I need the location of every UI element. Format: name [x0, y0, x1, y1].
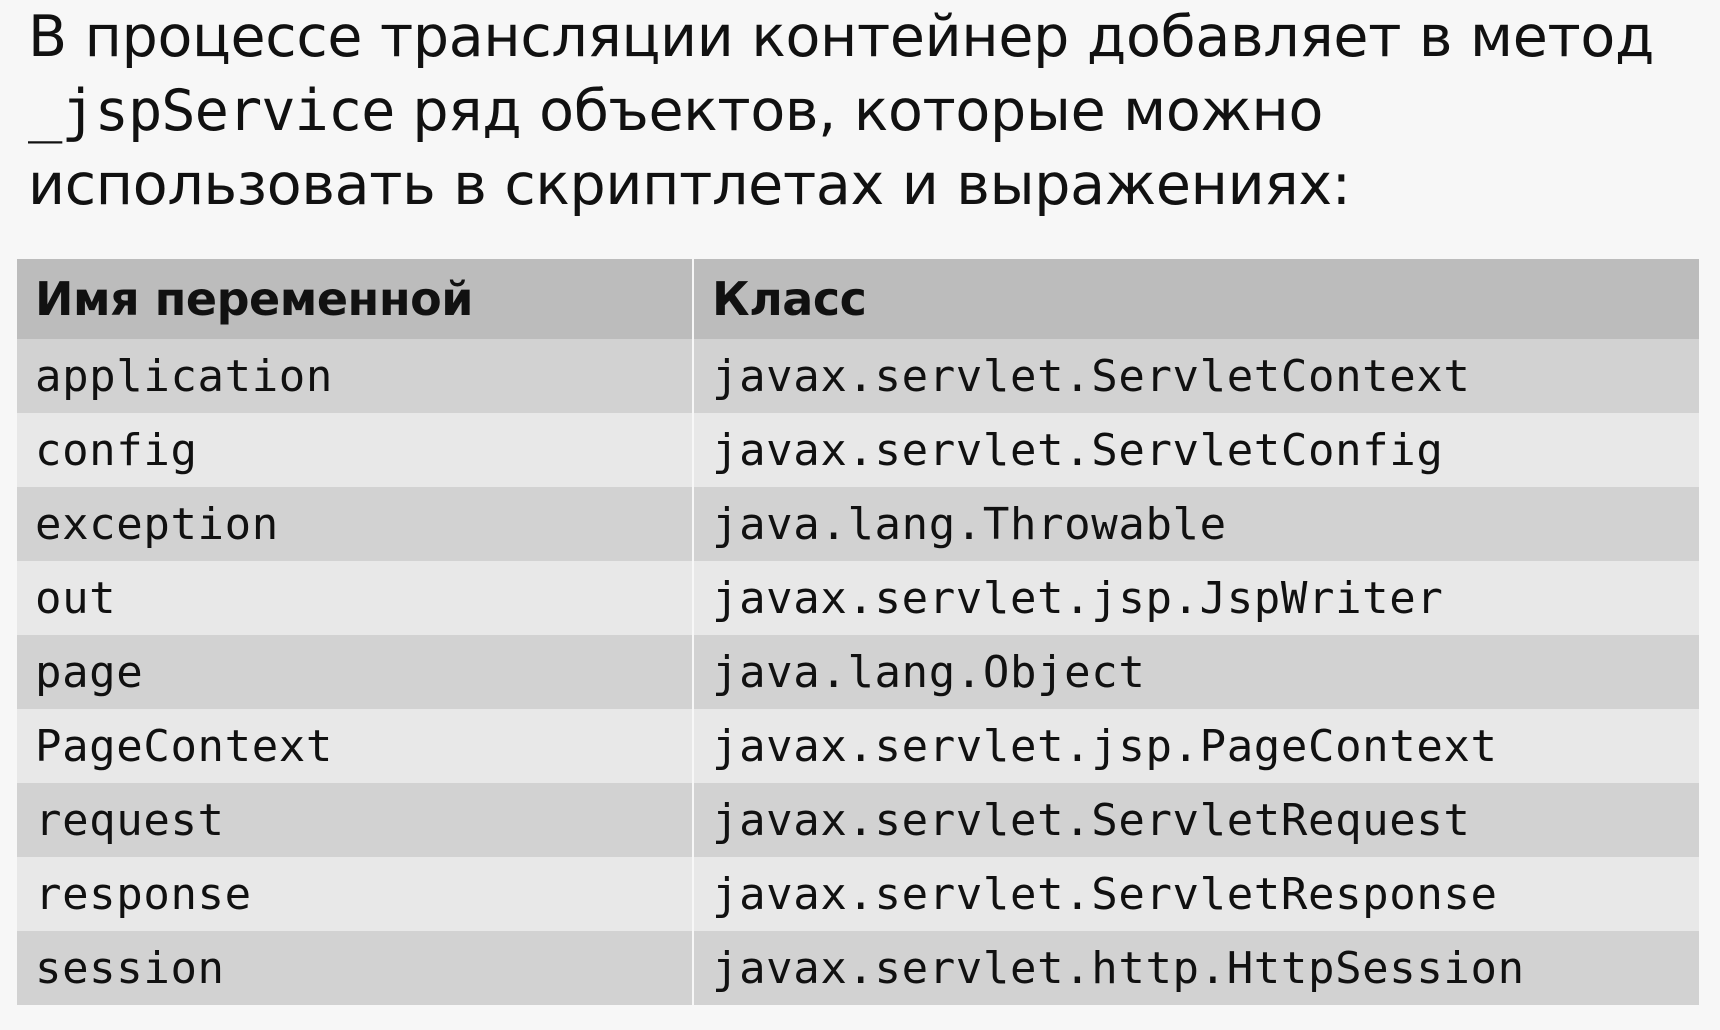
cell-class-name: javax.servlet.jsp.JspWriter [692, 561, 1699, 635]
intro-text-part1: В процессе трансляции контейнер добавляе… [28, 4, 1655, 70]
cell-class-name: java.lang.Object [692, 635, 1699, 709]
cell-class-name: javax.servlet.jsp.PageContext [692, 709, 1699, 783]
cell-variable-name: application [17, 339, 693, 413]
intro-paragraph: В процессе трансляции контейнер добавляе… [28, 0, 1698, 222]
cell-variable-name: exception [17, 487, 693, 561]
table-row: session javax.servlet.http.HttpSession [17, 931, 1699, 1005]
implicit-objects-table: Имя переменной Класс application javax.s… [17, 259, 1699, 1005]
cell-class-name: javax.servlet.ServletConfig [692, 413, 1699, 487]
cell-variable-name: response [17, 857, 693, 931]
table-row: exception java.lang.Throwable [17, 487, 1699, 561]
cell-variable-name: page [17, 635, 693, 709]
table-row: out javax.servlet.jsp.JspWriter [17, 561, 1699, 635]
cell-class-name: javax.servlet.ServletResponse [692, 857, 1699, 931]
column-header-variable-name: Имя переменной [17, 259, 693, 339]
table-row: PageContext javax.servlet.jsp.PageContex… [17, 709, 1699, 783]
table-row: config javax.servlet.ServletConfig [17, 413, 1699, 487]
column-header-class: Класс [692, 259, 1699, 339]
cell-class-name: javax.servlet.ServletRequest [692, 783, 1699, 857]
cell-class-name: java.lang.Throwable [692, 487, 1699, 561]
cell-variable-name: config [17, 413, 693, 487]
table-row: response javax.servlet.ServletResponse [17, 857, 1699, 931]
cell-variable-name: PageContext [17, 709, 693, 783]
table-row: application javax.servlet.ServletContext [17, 339, 1699, 413]
intro-code-method: _jspService [28, 78, 395, 144]
table-row: page java.lang.Object [17, 635, 1699, 709]
table-header-row: Имя переменной Класс [17, 259, 1699, 339]
cell-variable-name: request [17, 783, 693, 857]
cell-class-name: javax.servlet.http.HttpSession [692, 931, 1699, 1005]
table-row: request javax.servlet.ServletRequest [17, 783, 1699, 857]
cell-class-name: javax.servlet.ServletContext [692, 339, 1699, 413]
cell-variable-name: session [17, 931, 693, 1005]
cell-variable-name: out [17, 561, 693, 635]
